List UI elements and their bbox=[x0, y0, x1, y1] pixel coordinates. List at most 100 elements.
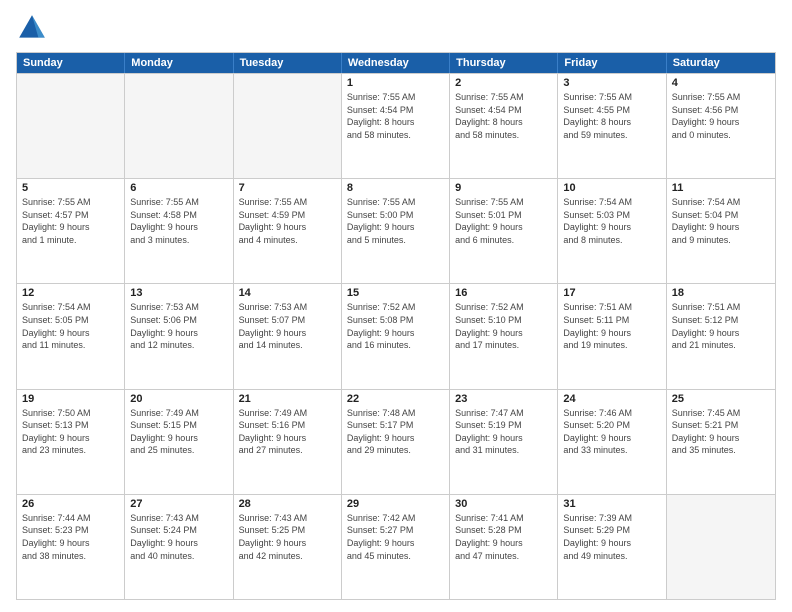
cell-info: Sunrise: 7:51 AM Sunset: 5:12 PM Dayligh… bbox=[672, 301, 770, 351]
cell-day-number: 3 bbox=[563, 77, 660, 89]
cell-info: Sunrise: 7:43 AM Sunset: 5:24 PM Dayligh… bbox=[130, 512, 227, 562]
cell-day-number: 29 bbox=[347, 498, 444, 510]
page: SundayMondayTuesdayWednesdayThursdayFrid… bbox=[0, 0, 792, 612]
cell-day-number: 24 bbox=[563, 393, 660, 405]
calendar-row: 5 Sunrise: 7:55 AM Sunset: 4:57 PM Daylig… bbox=[17, 178, 775, 283]
cell-info: Sunrise: 7:55 AM Sunset: 4:54 PM Dayligh… bbox=[455, 91, 552, 141]
cell-day-number: 13 bbox=[130, 287, 227, 299]
calendar-cell: 7 Sunrise: 7:55 AM Sunset: 4:59 PM Daylig… bbox=[234, 179, 342, 283]
cell-info: Sunrise: 7:55 AM Sunset: 4:59 PM Dayligh… bbox=[239, 196, 336, 246]
cell-info: Sunrise: 7:55 AM Sunset: 4:57 PM Dayligh… bbox=[22, 196, 119, 246]
calendar-cell: 20 Sunrise: 7:49 AM Sunset: 5:15 PM Dayli… bbox=[125, 390, 233, 494]
calendar-cell: 13 Sunrise: 7:53 AM Sunset: 5:06 PM Dayli… bbox=[125, 284, 233, 388]
cell-day-number: 5 bbox=[22, 182, 119, 194]
calendar-cell: 10 Sunrise: 7:54 AM Sunset: 5:03 PM Dayli… bbox=[558, 179, 666, 283]
calendar-cell bbox=[17, 74, 125, 178]
cell-day-number: 27 bbox=[130, 498, 227, 510]
calendar-row: 26Sunrise: 7:44 AM Sunset: 5:23 PM Dayli… bbox=[17, 494, 775, 599]
cell-day-number: 20 bbox=[130, 393, 227, 405]
calendar-cell: 15 Sunrise: 7:52 AM Sunset: 5:08 PM Dayli… bbox=[342, 284, 450, 388]
cell-day-number: 28 bbox=[239, 498, 336, 510]
calendar-row: 12 Sunrise: 7:54 AM Sunset: 5:05 PM Dayli… bbox=[17, 283, 775, 388]
calendar-cell: 8Sunrise: 7:55 AM Sunset: 5:00 PM Daylig… bbox=[342, 179, 450, 283]
cell-day-number: 1 bbox=[347, 77, 444, 89]
cell-info: Sunrise: 7:55 AM Sunset: 4:56 PM Dayligh… bbox=[672, 91, 770, 141]
cell-info: Sunrise: 7:46 AM Sunset: 5:20 PM Dayligh… bbox=[563, 407, 660, 457]
calendar-cell: 12 Sunrise: 7:54 AM Sunset: 5:05 PM Dayli… bbox=[17, 284, 125, 388]
calendar-cell: 1 Sunrise: 7:55 AM Sunset: 4:54 PM Daylig… bbox=[342, 74, 450, 178]
cell-info: Sunrise: 7:45 AM Sunset: 5:21 PM Dayligh… bbox=[672, 407, 770, 457]
cell-day-number: 11 bbox=[672, 182, 770, 194]
cell-day-number: 7 bbox=[239, 182, 336, 194]
calendar-cell bbox=[125, 74, 233, 178]
cell-info: Sunrise: 7:55 AM Sunset: 5:00 PM Dayligh… bbox=[347, 196, 444, 246]
cell-info: Sunrise: 7:55 AM Sunset: 5:01 PM Dayligh… bbox=[455, 196, 552, 246]
cell-day-number: 23 bbox=[455, 393, 552, 405]
cell-day-number: 16 bbox=[455, 287, 552, 299]
calendar: SundayMondayTuesdayWednesdayThursdayFrid… bbox=[16, 52, 776, 600]
calendar-row: 1 Sunrise: 7:55 AM Sunset: 4:54 PM Daylig… bbox=[17, 73, 775, 178]
calendar-cell: 11 Sunrise: 7:54 AM Sunset: 5:04 PM Dayli… bbox=[667, 179, 775, 283]
calendar-cell: 29Sunrise: 7:42 AM Sunset: 5:27 PM Dayli… bbox=[342, 495, 450, 599]
cell-day-number: 6 bbox=[130, 182, 227, 194]
cell-info: Sunrise: 7:41 AM Sunset: 5:28 PM Dayligh… bbox=[455, 512, 552, 562]
weekday-header: Wednesday bbox=[342, 53, 450, 73]
cell-day-number: 19 bbox=[22, 393, 119, 405]
calendar-cell: 9 Sunrise: 7:55 AM Sunset: 5:01 PM Daylig… bbox=[450, 179, 558, 283]
cell-info: Sunrise: 7:47 AM Sunset: 5:19 PM Dayligh… bbox=[455, 407, 552, 457]
weekday-header: Friday bbox=[558, 53, 666, 73]
cell-day-number: 17 bbox=[563, 287, 660, 299]
calendar-cell: 3 Sunrise: 7:55 AM Sunset: 4:55 PM Daylig… bbox=[558, 74, 666, 178]
cell-day-number: 12 bbox=[22, 287, 119, 299]
calendar-cell: 30 Sunrise: 7:41 AM Sunset: 5:28 PM Dayli… bbox=[450, 495, 558, 599]
calendar-cell: 2 Sunrise: 7:55 AM Sunset: 4:54 PM Daylig… bbox=[450, 74, 558, 178]
calendar-cell: 26Sunrise: 7:44 AM Sunset: 5:23 PM Dayli… bbox=[17, 495, 125, 599]
cell-info: Sunrise: 7:54 AM Sunset: 5:04 PM Dayligh… bbox=[672, 196, 770, 246]
cell-info: Sunrise: 7:55 AM Sunset: 4:54 PM Dayligh… bbox=[347, 91, 444, 141]
cell-day-number: 25 bbox=[672, 393, 770, 405]
calendar-cell: 21Sunrise: 7:49 AM Sunset: 5:16 PM Dayli… bbox=[234, 390, 342, 494]
calendar-row: 19Sunrise: 7:50 AM Sunset: 5:13 PM Dayli… bbox=[17, 389, 775, 494]
logo bbox=[16, 12, 52, 44]
calendar-cell: 4Sunrise: 7:55 AM Sunset: 4:56 PM Daylig… bbox=[667, 74, 775, 178]
calendar-cell: 31 Sunrise: 7:39 AM Sunset: 5:29 PM Dayli… bbox=[558, 495, 666, 599]
calendar-cell: 6 Sunrise: 7:55 AM Sunset: 4:58 PM Daylig… bbox=[125, 179, 233, 283]
logo-icon bbox=[16, 12, 48, 44]
weekday-header: Saturday bbox=[667, 53, 775, 73]
calendar-cell: 17Sunrise: 7:51 AM Sunset: 5:11 PM Dayli… bbox=[558, 284, 666, 388]
cell-day-number: 18 bbox=[672, 287, 770, 299]
calendar-cell: 18 Sunrise: 7:51 AM Sunset: 5:12 PM Dayli… bbox=[667, 284, 775, 388]
weekday-header: Monday bbox=[125, 53, 233, 73]
cell-info: Sunrise: 7:49 AM Sunset: 5:15 PM Dayligh… bbox=[130, 407, 227, 457]
calendar-cell: 23 Sunrise: 7:47 AM Sunset: 5:19 PM Dayli… bbox=[450, 390, 558, 494]
cell-day-number: 10 bbox=[563, 182, 660, 194]
cell-day-number: 9 bbox=[455, 182, 552, 194]
cell-info: Sunrise: 7:54 AM Sunset: 5:03 PM Dayligh… bbox=[563, 196, 660, 246]
cell-day-number: 15 bbox=[347, 287, 444, 299]
cell-day-number: 14 bbox=[239, 287, 336, 299]
cell-info: Sunrise: 7:55 AM Sunset: 4:55 PM Dayligh… bbox=[563, 91, 660, 141]
cell-day-number: 31 bbox=[563, 498, 660, 510]
calendar-cell: 22Sunrise: 7:48 AM Sunset: 5:17 PM Dayli… bbox=[342, 390, 450, 494]
cell-info: Sunrise: 7:52 AM Sunset: 5:08 PM Dayligh… bbox=[347, 301, 444, 351]
cell-info: Sunrise: 7:55 AM Sunset: 4:58 PM Dayligh… bbox=[130, 196, 227, 246]
cell-info: Sunrise: 7:49 AM Sunset: 5:16 PM Dayligh… bbox=[239, 407, 336, 457]
cell-day-number: 22 bbox=[347, 393, 444, 405]
calendar-cell: 28 Sunrise: 7:43 AM Sunset: 5:25 PM Dayli… bbox=[234, 495, 342, 599]
cell-info: Sunrise: 7:54 AM Sunset: 5:05 PM Dayligh… bbox=[22, 301, 119, 351]
cell-day-number: 30 bbox=[455, 498, 552, 510]
cell-info: Sunrise: 7:43 AM Sunset: 5:25 PM Dayligh… bbox=[239, 512, 336, 562]
weekday-header: Tuesday bbox=[234, 53, 342, 73]
calendar-cell bbox=[667, 495, 775, 599]
calendar-cell: 25 Sunrise: 7:45 AM Sunset: 5:21 PM Dayli… bbox=[667, 390, 775, 494]
cell-info: Sunrise: 7:39 AM Sunset: 5:29 PM Dayligh… bbox=[563, 512, 660, 562]
cell-info: Sunrise: 7:44 AM Sunset: 5:23 PM Dayligh… bbox=[22, 512, 119, 562]
calendar-header: SundayMondayTuesdayWednesdayThursdayFrid… bbox=[17, 53, 775, 73]
cell-info: Sunrise: 7:53 AM Sunset: 5:06 PM Dayligh… bbox=[130, 301, 227, 351]
calendar-cell: 14 Sunrise: 7:53 AM Sunset: 5:07 PM Dayli… bbox=[234, 284, 342, 388]
header bbox=[16, 12, 776, 44]
calendar-cell bbox=[234, 74, 342, 178]
cell-day-number: 2 bbox=[455, 77, 552, 89]
calendar-body: 1 Sunrise: 7:55 AM Sunset: 4:54 PM Daylig… bbox=[17, 73, 775, 599]
cell-info: Sunrise: 7:53 AM Sunset: 5:07 PM Dayligh… bbox=[239, 301, 336, 351]
